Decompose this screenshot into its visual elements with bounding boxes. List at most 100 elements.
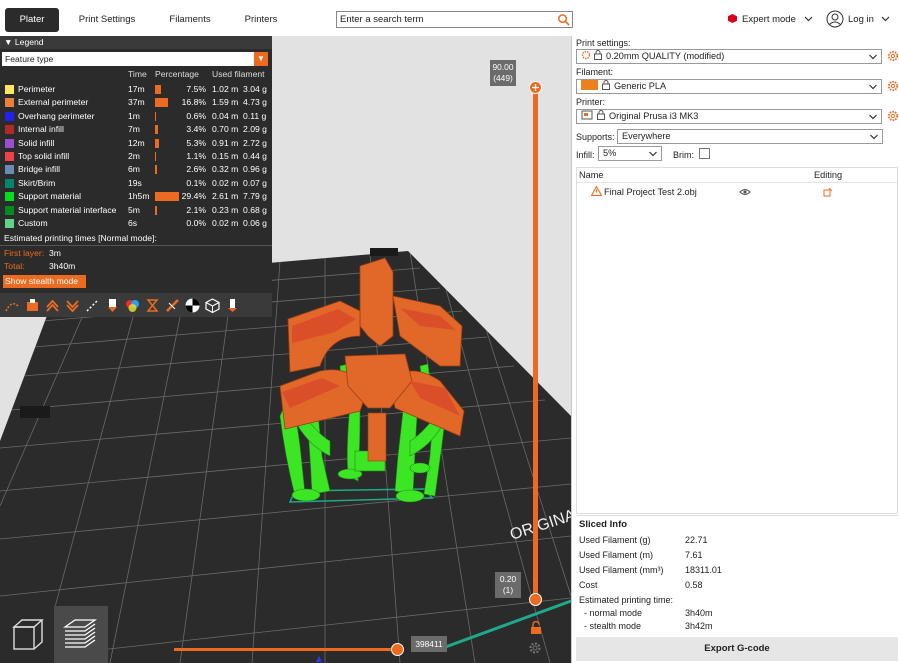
login-button[interactable]: Log in: [826, 10, 894, 30]
legend-row[interactable]: Custom 6s 0.0% 0.02 m 0.06 g: [0, 217, 272, 230]
show-stealth-mode-button[interactable]: Show stealth mode: [3, 275, 86, 288]
3d-viewport[interactable]: ORIGINAL ▼ Legend Feature type ▼ Time Pe…: [0, 36, 571, 663]
infill-select[interactable]: 5%: [598, 146, 662, 161]
legend-color-swatch: [5, 125, 14, 135]
legend-row[interactable]: Solid infill 12m 5.3% 0.91 m 2.72 g: [0, 137, 272, 150]
legend-percentage-bar: [155, 165, 158, 175]
legend-row[interactable]: Support material 1h5m 29.4% 2.61 m 7.79 g: [0, 190, 272, 203]
total-value: 3h40m: [49, 261, 76, 271]
center-of-gravity-icon[interactable]: [184, 297, 201, 314]
tab-plater[interactable]: Plater: [5, 8, 59, 32]
legend-row[interactable]: Bridge infill 6m 2.6% 0.32 m 0.96 g: [0, 163, 272, 176]
legend-time: 1h5m: [128, 191, 150, 202]
legend-panel: ▼ Legend Feature type ▼ Time Percentage …: [0, 36, 272, 317]
legend-row[interactable]: Overhang perimeter 1m 0.6% 0.04 m 0.11 g: [0, 110, 272, 123]
legend-feature-name: Support material interface: [18, 204, 117, 215]
object-list: Name Editing Final Project Test 2.obj: [576, 167, 898, 514]
edit-filament-icon[interactable]: [887, 80, 899, 92]
top-bar: Plater Print Settings Filaments Printers…: [0, 0, 899, 36]
brim-checkbox[interactable]: [699, 148, 710, 159]
user-icon: [826, 10, 844, 28]
layers-icon: [62, 619, 98, 648]
legend-percentage: 1.1%: [186, 151, 206, 161]
legend-feature-name: Bridge infill: [18, 164, 61, 175]
col-time: Time: [128, 69, 147, 79]
legend-row[interactable]: Skirt/Brim 19s 0.1% 0.02 m 0.07 g: [0, 177, 272, 190]
layer-bottom-readout: 0.20 (1): [495, 572, 521, 598]
legend-time: 6m: [128, 164, 140, 175]
edit-printer-icon[interactable]: [887, 110, 899, 122]
mode-selector[interactable]: Expert mode: [728, 12, 813, 28]
tab-filaments[interactable]: Filaments: [160, 8, 220, 32]
legend-percentage-bar: [155, 125, 158, 135]
legend-row[interactable]: External perimeter 37m 16.8% 1.59 m 4.73 g: [0, 96, 272, 109]
custom-gcode-icon[interactable]: [164, 297, 181, 314]
legend-percentage-bar: [155, 111, 156, 121]
preview-view-button[interactable]: [54, 606, 108, 663]
search-icon[interactable]: [557, 13, 570, 26]
move-slider-handle[interactable]: [391, 643, 404, 656]
legend-percentage: 3.4%: [186, 124, 206, 135]
legend-color-swatch: [5, 138, 14, 148]
tool-marker-icon[interactable]: [224, 297, 241, 314]
seams-icon[interactable]: [84, 297, 101, 314]
chevron-down-icon: [804, 16, 812, 22]
divider: [0, 245, 272, 246]
settings-cog-icon[interactable]: [528, 641, 542, 655]
legend-header[interactable]: ▼ Legend: [0, 36, 272, 49]
lock-icon[interactable]: [530, 621, 542, 635]
printer-icon: [581, 110, 593, 120]
tab-print-settings[interactable]: Print Settings: [70, 8, 144, 32]
tool-changes-icon[interactable]: [104, 297, 121, 314]
tab-printers[interactable]: Printers: [235, 8, 287, 32]
dropdown-arrow-icon[interactable]: ▼: [254, 52, 268, 66]
layer-slider-top-handle[interactable]: [529, 81, 542, 94]
search-box[interactable]: [336, 11, 573, 28]
legend-used-filament: 1.02 m 3.04 g: [212, 84, 267, 94]
legend-row[interactable]: Perimeter 17m 7.5% 1.02 m 3.04 g: [0, 83, 272, 96]
shells-icon[interactable]: [204, 297, 221, 314]
move-slider-track[interactable]: [174, 648, 398, 651]
printer-label: Printer:: [576, 97, 606, 107]
deretractions-icon[interactable]: [64, 297, 81, 314]
export-gcode-button[interactable]: Export G-code: [576, 637, 898, 661]
print-settings-combo[interactable]: 0.20mm QUALITY (modified): [576, 49, 882, 64]
filament-combo[interactable]: Generic PLA: [576, 79, 882, 94]
edit-print-settings-icon[interactable]: [887, 50, 899, 62]
sliced-info-value: 3h40m: [685, 608, 713, 618]
3d-view-button[interactable]: [0, 606, 54, 663]
color-changes-icon[interactable]: [124, 297, 141, 314]
sliced-info-row: - normal mode 3h40m: [579, 607, 713, 620]
edit-object-icon[interactable]: [823, 187, 833, 197]
legend-row[interactable]: Top solid infill 2m 1.1% 0.15 m 0.44 g: [0, 150, 272, 163]
object-row[interactable]: Final Project Test 2.obj: [590, 185, 697, 199]
legend-feature-name: Perimeter: [18, 84, 56, 94]
supports-select[interactable]: Everywhere: [617, 129, 883, 144]
chevron-down-icon: [869, 84, 877, 90]
legend-percentage-bar: [155, 98, 169, 108]
layer-slider-bottom-handle[interactable]: [529, 593, 542, 606]
legend-used-filament: 0.02 m 0.06 g: [212, 218, 267, 228]
total-row: Total: 3h40m: [4, 261, 75, 271]
legend-percentage: 5.3%: [186, 137, 206, 148]
travel-icon[interactable]: [4, 297, 21, 314]
legend-percentage-bar: [155, 138, 160, 148]
sliced-info-row: Used Filament (m) 7.61: [579, 549, 703, 562]
bottom-layer-number: (1): [502, 585, 514, 595]
legend-row[interactable]: Internal infill 7m 3.4% 0.70 m 2.09 g: [0, 123, 272, 136]
pause-prints-icon[interactable]: [144, 297, 161, 314]
wipe-icon[interactable]: [24, 297, 41, 314]
expert-mode-icon: [728, 14, 737, 23]
search-input[interactable]: [337, 12, 552, 27]
retractions-icon[interactable]: [44, 297, 61, 314]
cube-icon: [12, 619, 44, 650]
printer-combo[interactable]: Original Prusa i3 MK3: [576, 109, 882, 124]
feature-type-select[interactable]: Feature type ▼: [2, 52, 268, 66]
sliced-info-label: Estimated printing time:: [579, 595, 674, 605]
lock-icon: [602, 80, 610, 90]
sliced-info-value: 22.71: [685, 535, 708, 545]
layer-slider-track[interactable]: [533, 85, 538, 599]
eye-icon[interactable]: [739, 188, 751, 196]
legend-row[interactable]: Support material interface 5m 2.1% 0.23 m 0…: [0, 204, 272, 217]
legend-used-filament: 0.02 m 0.07 g: [212, 177, 267, 188]
